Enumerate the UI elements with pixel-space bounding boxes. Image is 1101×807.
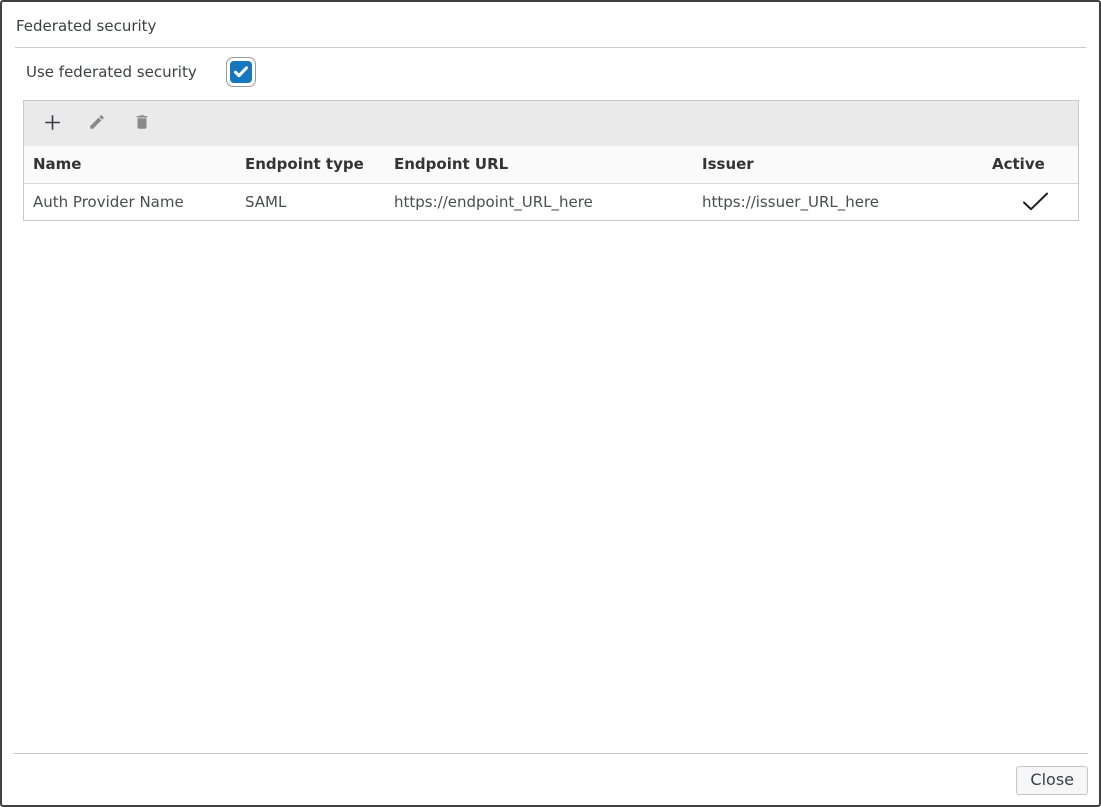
edit-provider-button[interactable] bbox=[88, 115, 106, 133]
cell-active bbox=[983, 183, 1078, 220]
column-header-active[interactable]: Active bbox=[983, 146, 1078, 183]
panel-footer: Close bbox=[13, 753, 1088, 795]
table-row[interactable]: Auth Provider Name SAML https://endpoint… bbox=[24, 183, 1078, 220]
column-header-endpoint-type[interactable]: Endpoint type bbox=[236, 146, 385, 183]
add-provider-button[interactable] bbox=[43, 115, 61, 133]
cell-endpoint-type: SAML bbox=[236, 183, 385, 220]
providers-table-header-row: Name Endpoint type Endpoint URL Issuer A… bbox=[24, 146, 1078, 183]
use-federated-security-row: Use federated security bbox=[26, 57, 1099, 87]
page-title: Federated security bbox=[16, 17, 1085, 35]
pencil-icon bbox=[88, 113, 106, 134]
column-header-endpoint-url[interactable]: Endpoint URL bbox=[385, 146, 693, 183]
column-header-name[interactable]: Name bbox=[24, 146, 236, 183]
trash-icon bbox=[133, 113, 151, 134]
providers-table: Name Endpoint type Endpoint URL Issuer A… bbox=[24, 146, 1078, 220]
use-federated-security-checkbox[interactable] bbox=[226, 57, 256, 87]
column-header-issuer[interactable]: Issuer bbox=[693, 146, 983, 183]
providers-toolbar bbox=[24, 101, 1078, 146]
delete-provider-button[interactable] bbox=[133, 115, 151, 133]
active-check-icon bbox=[1022, 192, 1049, 210]
checkbox-check-icon bbox=[230, 61, 252, 83]
close-button[interactable]: Close bbox=[1016, 766, 1088, 795]
title-divider bbox=[15, 47, 1086, 48]
plus-icon bbox=[44, 114, 61, 134]
providers-grid: Name Endpoint type Endpoint URL Issuer A… bbox=[23, 100, 1079, 221]
use-federated-security-label: Use federated security bbox=[26, 63, 226, 81]
cell-endpoint-url: https://endpoint_URL_here bbox=[385, 183, 693, 220]
cell-issuer: https://issuer_URL_here bbox=[693, 183, 983, 220]
federated-security-panel: { "panel": { "title": "Federated securit… bbox=[0, 0, 1101, 807]
cell-provider-name: Auth Provider Name bbox=[24, 183, 236, 220]
